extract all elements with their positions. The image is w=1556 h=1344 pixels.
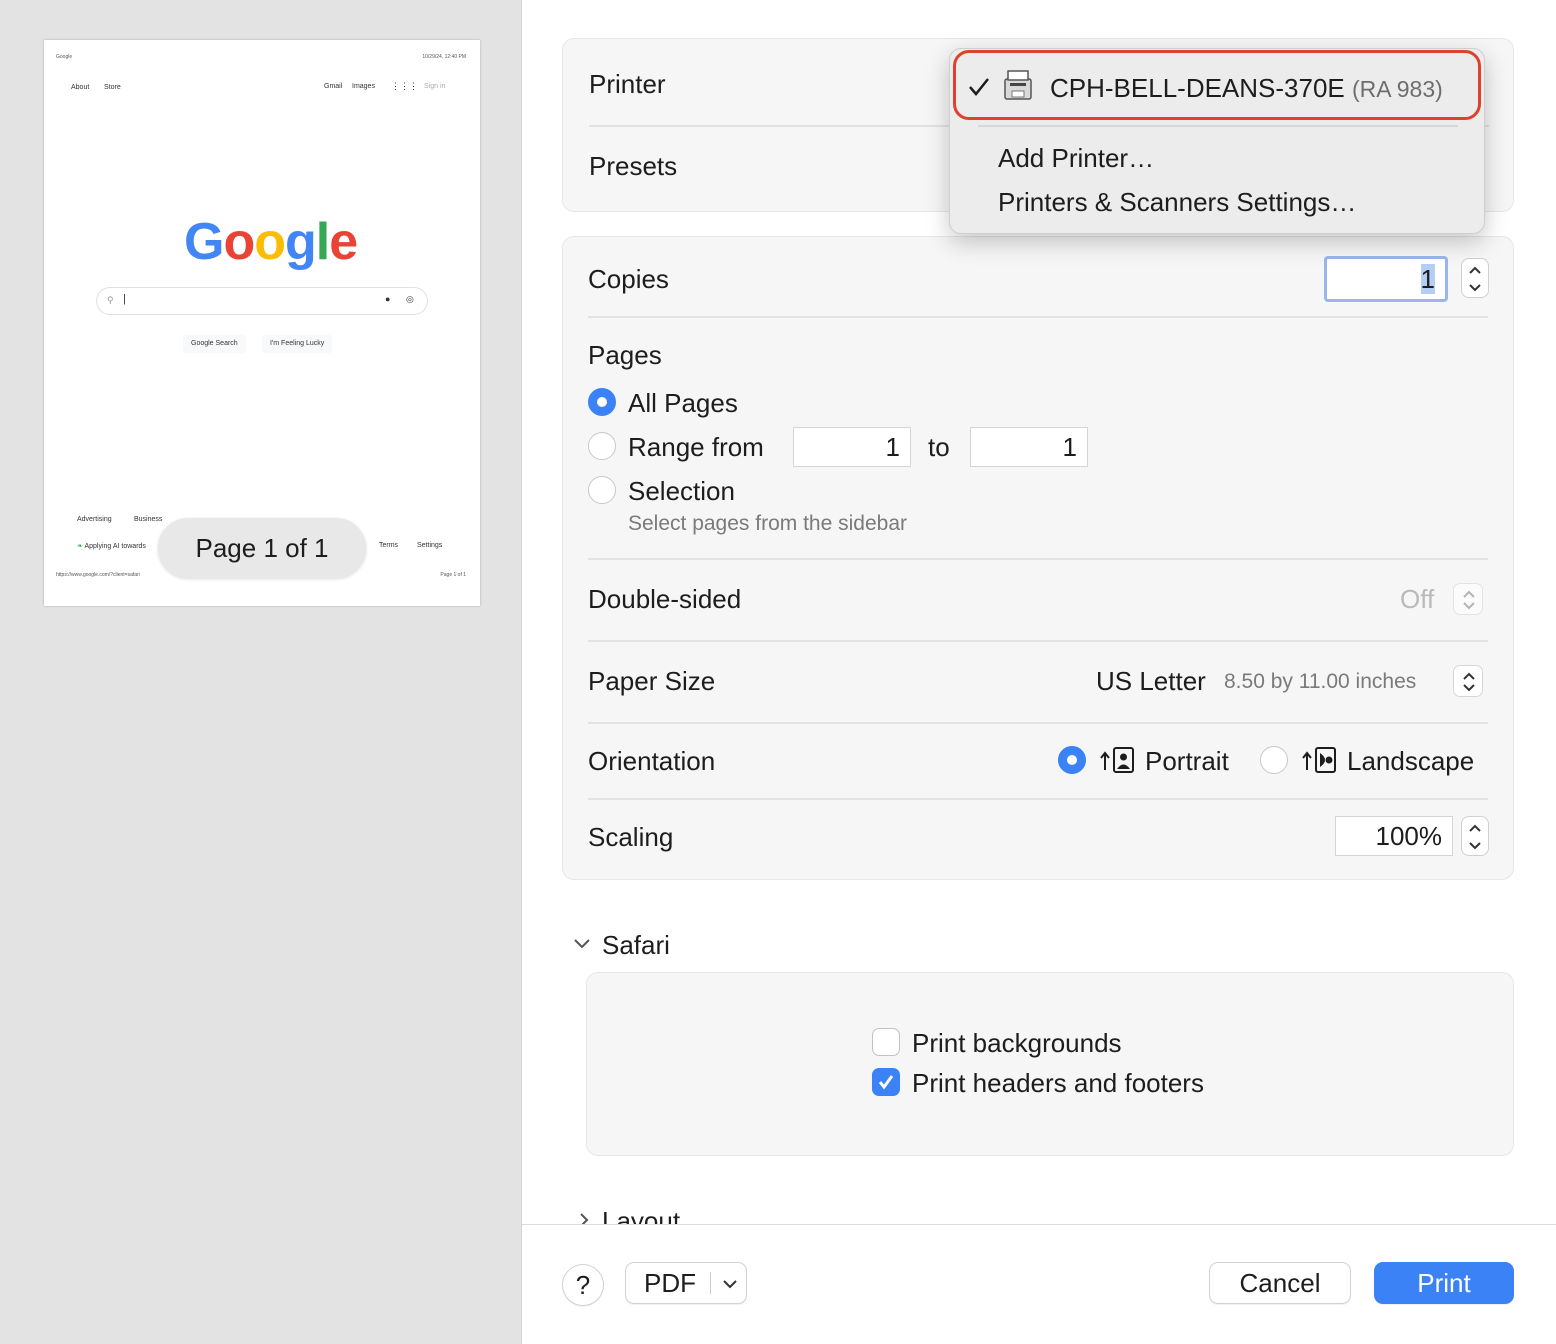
pdf-menu-button[interactable]: PDF xyxy=(625,1262,747,1304)
print-button[interactable]: Print xyxy=(1374,1262,1514,1304)
portrait-radio[interactable] xyxy=(1058,746,1086,774)
divider xyxy=(588,798,1488,800)
divider xyxy=(588,558,1488,560)
chevron-down-icon[interactable] xyxy=(1468,283,1482,293)
selection-highlight-outline xyxy=(953,50,1481,120)
portrait-icon xyxy=(1100,747,1134,773)
presets-label: Presets xyxy=(589,151,678,181)
chevron-up-icon[interactable] xyxy=(1468,265,1482,275)
copies-input[interactable]: 1 xyxy=(1324,256,1448,302)
landscape-icon xyxy=(1302,747,1336,773)
paper-size-label: Paper Size xyxy=(588,666,716,696)
checkmark-icon xyxy=(878,1075,894,1090)
selection-radio[interactable] xyxy=(588,476,616,504)
print-headers-checkbox[interactable] xyxy=(872,1068,900,1096)
layout-section-clip: Layout xyxy=(522,1196,1556,1224)
print-headers-label[interactable]: Print headers and footers xyxy=(912,1068,1204,1099)
divider xyxy=(710,1272,711,1294)
double-sided-label: Double-sided xyxy=(588,584,742,614)
range-from-input[interactable]: 1 xyxy=(793,427,911,467)
landscape-label[interactable]: Landscape xyxy=(1347,746,1474,777)
thumb-nav-images: Images xyxy=(352,83,375,90)
page-indicator: Page 1 of 1 xyxy=(158,518,366,578)
thumb-lucky-button: I'm Feeling Lucky xyxy=(262,335,333,353)
double-sided-popup[interactable] xyxy=(1453,583,1483,615)
thumb-header-left: Google xyxy=(56,54,73,60)
pdf-label: PDF xyxy=(644,1268,696,1298)
thumb-nav-signin: Sign in xyxy=(424,83,446,90)
menu-item-printers-scanners[interactable]: Printers & Scanners Settings… xyxy=(998,187,1356,218)
thumb-footer-terms: Terms xyxy=(379,542,399,549)
selection-label[interactable]: Selection xyxy=(628,476,735,507)
paper-size-popup[interactable] xyxy=(1453,665,1483,697)
thumb-search-icon: ⚲ xyxy=(107,295,114,305)
leaf-icon: ❧ xyxy=(77,543,83,550)
safari-group xyxy=(586,972,1514,1156)
thumb-google-search-button: Google Search xyxy=(183,335,246,353)
thumb-lens-icon: ◎ xyxy=(406,294,414,304)
thumb-nav-about: About xyxy=(71,84,90,91)
copies-stepper[interactable] xyxy=(1461,258,1489,298)
chevron-down-icon[interactable] xyxy=(722,1279,738,1289)
layout-section-label[interactable]: Layout xyxy=(602,1206,680,1224)
paper-size-value[interactable]: US Letter xyxy=(1096,666,1206,697)
all-pages-radio[interactable] xyxy=(588,388,616,416)
chevron-right-icon[interactable] xyxy=(578,1212,590,1224)
thumb-footer-business: Business xyxy=(134,516,163,523)
double-sided-value[interactable]: Off xyxy=(1400,584,1434,615)
pages-label: Pages xyxy=(588,340,662,370)
range-radio[interactable] xyxy=(588,432,616,460)
divider xyxy=(588,722,1488,724)
cancel-button[interactable]: Cancel xyxy=(1209,1262,1351,1304)
thumb-footer-page: Page 1 of 1 xyxy=(440,572,466,578)
printer-label: Printer xyxy=(589,69,666,99)
print-backgrounds-label[interactable]: Print backgrounds xyxy=(912,1028,1122,1059)
thumb-footer-url: https://www.google.com/?client=safari xyxy=(56,572,140,578)
range-to-label: to xyxy=(928,432,950,462)
chevron-down-icon[interactable] xyxy=(573,938,591,950)
thumb-header-right: 10/29/24, 12:40 PM xyxy=(422,54,466,60)
thumb-apps-icon: ⋮⋮⋮ xyxy=(391,81,418,91)
thumb-nav-gmail: Gmail xyxy=(324,83,343,90)
divider xyxy=(588,640,1488,642)
thumb-footer-advertising: Advertising xyxy=(77,516,112,523)
bottom-divider xyxy=(522,1224,1556,1225)
scaling-label: Scaling xyxy=(588,822,674,852)
thumb-footer-settings: Settings xyxy=(417,542,443,549)
print-backgrounds-checkbox[interactable] xyxy=(872,1028,900,1056)
orientation-label: Orientation xyxy=(588,746,716,776)
selection-hint: Select pages from the sidebar xyxy=(628,512,907,535)
range-label[interactable]: Range from xyxy=(628,432,764,463)
landscape-radio[interactable] xyxy=(1260,746,1288,774)
chevron-down-icon[interactable] xyxy=(1468,841,1482,851)
portrait-label[interactable]: Portrait xyxy=(1145,746,1229,777)
chevron-up-icon[interactable] xyxy=(1468,823,1482,833)
paper-size-detail: 8.50 by 11.00 inches xyxy=(1224,670,1417,693)
scaling-input[interactable]: 100% xyxy=(1335,816,1453,856)
all-pages-label[interactable]: All Pages xyxy=(628,388,738,419)
range-to-input[interactable]: 1 xyxy=(970,427,1088,467)
divider xyxy=(588,316,1488,318)
menu-item-add-printer[interactable]: Add Printer… xyxy=(998,143,1154,174)
up-down-chevron-icon xyxy=(1463,672,1475,692)
copies-label: Copies xyxy=(588,264,669,294)
scaling-stepper[interactable] xyxy=(1461,816,1489,856)
thumb-cursor: | xyxy=(123,293,126,305)
up-down-chevron-icon xyxy=(1463,590,1475,610)
help-button[interactable]: ? xyxy=(562,1264,604,1306)
thumb-nav-store: Store xyxy=(104,84,121,91)
thumb-mic-icon: ● xyxy=(385,294,391,304)
thumb-google-logo: Google xyxy=(184,213,358,271)
menu-separator xyxy=(978,125,1458,127)
thumb-footer-ai: ❧ Applying AI towards xyxy=(77,543,146,550)
thumb-search-box: ⚲ | ● ◎ xyxy=(96,287,428,315)
preview-pane: Google 10/29/24, 12:40 PM About Store Gm… xyxy=(0,0,522,1344)
safari-section-label[interactable]: Safari xyxy=(602,930,670,961)
